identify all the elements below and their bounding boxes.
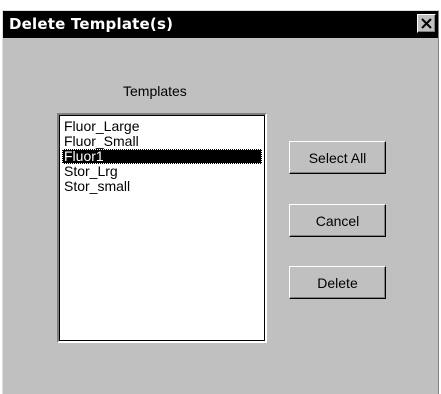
- close-icon: [421, 18, 432, 29]
- template-list-item[interactable]: Stor_Lrg: [62, 164, 262, 179]
- title-bar[interactable]: Delete Template(s): [3, 11, 438, 38]
- cancel-button[interactable]: Cancel: [289, 204, 386, 237]
- template-list-item[interactable]: Fluor_Large: [62, 119, 262, 134]
- template-list-item[interactable]: Fluor1: [62, 149, 262, 164]
- template-list-item[interactable]: Fluor_Small: [62, 134, 262, 149]
- delete-templates-dialog: Delete Template(s) Templates Fluor_Large…: [2, 10, 439, 394]
- delete-button[interactable]: Delete: [289, 266, 386, 299]
- close-button[interactable]: [417, 14, 436, 33]
- select-all-button[interactable]: Select All: [289, 141, 386, 174]
- templates-list: Fluor_Large Fluor_Small Fluor1 Stor_Lrg Stor…: [62, 119, 262, 194]
- templates-listbox[interactable]: Fluor_Large Fluor_Small Fluor1 Stor_Lrg Stor…: [57, 113, 267, 343]
- template-list-item[interactable]: Stor_small: [62, 179, 262, 194]
- dialog-title: Delete Template(s): [9, 15, 174, 33]
- templates-label: Templates: [123, 83, 187, 99]
